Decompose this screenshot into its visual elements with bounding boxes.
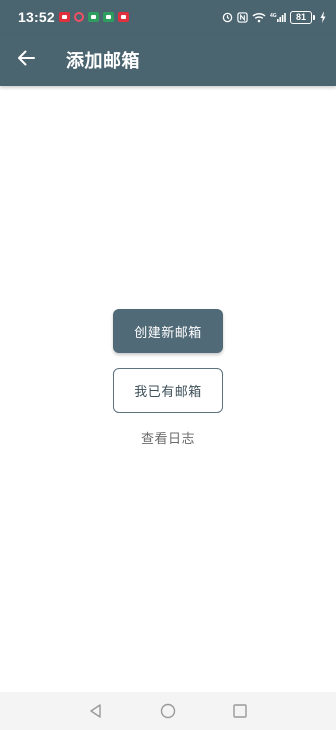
alarm-icon: [222, 12, 233, 23]
nav-back-button[interactable]: [84, 699, 108, 723]
app-bar: 添加邮箱: [0, 34, 336, 86]
wifi-icon: [252, 12, 266, 23]
page-title: 添加邮箱: [66, 51, 140, 72]
store-icon: [102, 12, 114, 22]
back-button[interactable]: [0, 34, 52, 86]
view-log-link[interactable]: 查看日志: [0, 428, 336, 447]
nav-recents-button[interactable]: [228, 699, 252, 723]
message-icon: [117, 12, 129, 22]
clock: 13:52: [18, 9, 55, 25]
svg-text:4G: 4G: [270, 13, 277, 19]
arrow-left-icon: [17, 50, 35, 70]
main-content: 创建新邮箱 我已有邮箱 查看日志: [0, 86, 336, 692]
nfc-icon: [237, 11, 248, 23]
battery-indicator: 81: [290, 10, 315, 24]
status-bar-right: 4G 81: [222, 10, 326, 24]
status-bar-left: 13:52: [18, 9, 129, 25]
square-recents-icon: [233, 704, 247, 718]
create-mailbox-button[interactable]: 创建新邮箱: [113, 309, 223, 353]
nav-home-button[interactable]: [156, 699, 180, 723]
existing-mailbox-button[interactable]: 我已有邮箱: [113, 368, 223, 413]
circle-home-icon: [160, 703, 176, 719]
message-icon: [58, 12, 70, 22]
target-icon: [73, 12, 84, 22]
charging-icon: [320, 11, 326, 23]
store-icon: [87, 12, 99, 22]
status-bar: 13:52 4G 81: [0, 0, 336, 34]
signal-icon: 4G: [270, 12, 286, 23]
system-nav-bar: [0, 692, 336, 730]
triangle-back-icon: [90, 704, 101, 718]
